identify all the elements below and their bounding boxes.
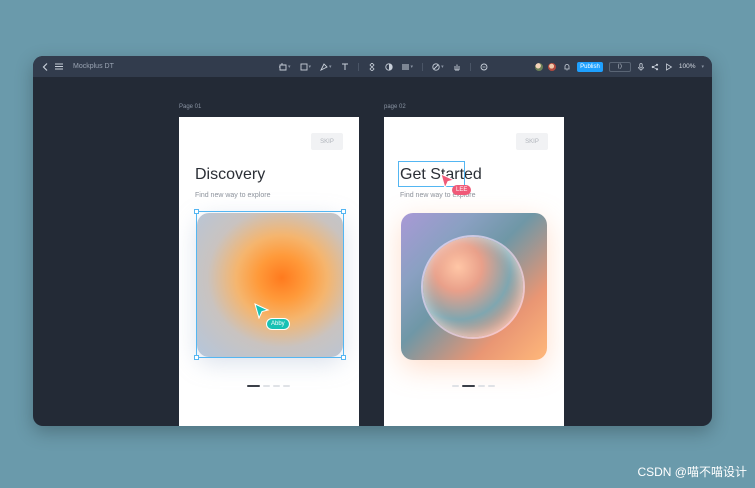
page-label: Page 01 (179, 104, 202, 110)
slash-icon (432, 62, 440, 71)
skip-button[interactable]: SKIP (311, 133, 343, 150)
hand-tool[interactable] (453, 63, 461, 71)
toolbar-divider (469, 62, 471, 71)
cursor-icon (254, 303, 270, 319)
back-icon[interactable] (41, 62, 49, 71)
rect-icon (300, 63, 307, 70)
avatar[interactable] (547, 61, 558, 72)
glass-sphere (423, 237, 523, 337)
contrast-tool[interactable] (384, 62, 393, 71)
text-tool[interactable] (341, 63, 349, 71)
toolbar: Mockplus DT ▾ ▾ ▾ ▾ ▾ Publish ⟨⟩ 100% ▾ (33, 56, 712, 77)
hand-icon (454, 64, 460, 70)
chevron-down-icon: ▾ (329, 63, 332, 70)
resize-handle[interactable] (341, 355, 346, 360)
cursor-user-tag: Abby (266, 318, 290, 330)
slash-tool[interactable]: ▾ (432, 62, 444, 71)
artboard-page-01[interactable]: SKIP Discovery Find new way to explore A… (179, 117, 359, 426)
toolbar-divider (357, 62, 359, 71)
pagination-dots (452, 385, 495, 387)
bell-icon[interactable] (563, 63, 571, 71)
chevron-down-icon: ▾ (410, 63, 414, 70)
resize-handle[interactable] (341, 209, 346, 214)
frame-tool[interactable]: ▾ (279, 62, 291, 71)
resize-handle[interactable] (194, 355, 199, 360)
rect-tool[interactable]: ▾ (300, 63, 312, 71)
cursor-user-tag: LEE (452, 185, 472, 195)
page-title: Discovery (195, 166, 266, 183)
pagination-dot[interactable] (247, 385, 260, 387)
avatar[interactable] (534, 61, 545, 72)
selection-box (196, 211, 344, 358)
chevron-down-icon: ▾ (288, 63, 291, 70)
resize-handle[interactable] (194, 209, 199, 214)
component-tool[interactable] (368, 62, 376, 71)
share-icon[interactable] (651, 63, 659, 71)
pen-tool[interactable]: ▾ (320, 62, 332, 71)
publish-button[interactable]: Publish (577, 61, 603, 72)
pagination-dot[interactable] (462, 385, 475, 387)
contrast-icon (384, 62, 393, 71)
pagination-dot[interactable] (478, 385, 485, 387)
pagination-dots (247, 385, 290, 387)
toolbar-divider (422, 62, 424, 71)
page-subtitle: Find new way to explore (195, 192, 271, 199)
pagination-dot[interactable] (273, 385, 280, 387)
code-button[interactable]: ⟨⟩ (608, 61, 631, 72)
layers-icon (401, 64, 409, 69)
sphere-card[interactable] (401, 213, 547, 360)
skip-button[interactable]: SKIP (516, 133, 548, 150)
pagination-dot[interactable] (283, 385, 290, 387)
pagination-dot[interactable] (263, 385, 270, 387)
mic-icon[interactable] (637, 62, 645, 71)
layers-tool[interactable]: ▾ (401, 63, 414, 71)
pagination-dot[interactable] (488, 385, 495, 387)
chevron-down-icon: ▾ (441, 63, 444, 70)
pen-icon (320, 62, 328, 71)
app-window: Mockplus DT ▾ ▾ ▾ ▾ ▾ Publish ⟨⟩ 100% ▾ … (33, 56, 712, 426)
chevron-down-icon: ▾ (308, 63, 312, 70)
component-icon (368, 62, 375, 71)
menu-icon[interactable] (55, 63, 63, 71)
text-icon (341, 63, 348, 70)
zoom-level[interactable]: 100% (679, 63, 696, 70)
play-icon[interactable] (665, 62, 673, 71)
comment-tool[interactable] (480, 63, 488, 71)
chevron-down-icon[interactable]: ▾ (701, 64, 704, 70)
comment-icon (480, 63, 488, 70)
pagination-dot[interactable] (452, 385, 459, 387)
app-name: Mockplus DT (73, 63, 114, 70)
frame-icon (279, 62, 287, 70)
page-label: page 02 (384, 104, 406, 110)
watermark: CSDN @喵不喵设计 (637, 465, 747, 479)
artboard-page-02[interactable]: SKIP Get Started Find new way to explore… (384, 117, 564, 426)
